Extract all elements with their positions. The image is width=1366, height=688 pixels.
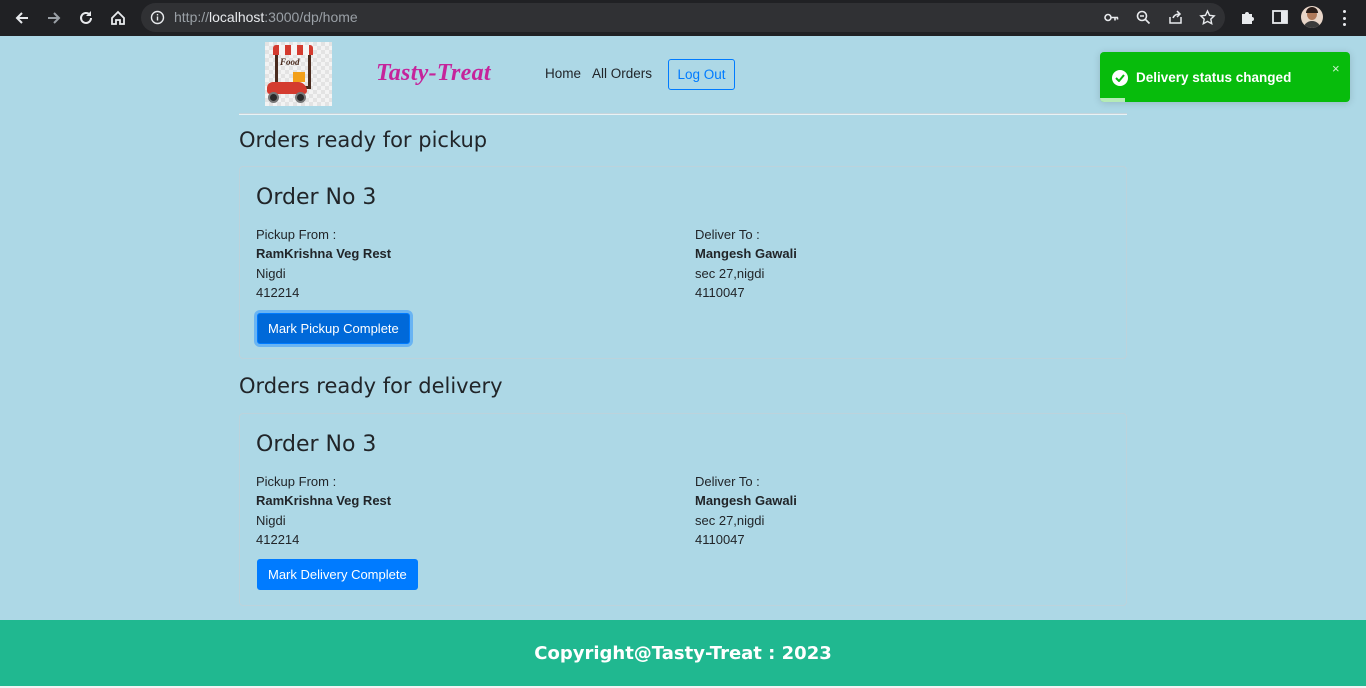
pickup-from-block: Pickup From : RamKrishna Veg Rest Nigdi …: [256, 225, 391, 302]
order-title: Order No 3: [256, 432, 377, 457]
deliver-to-block: Deliver To : Mangesh Gawali sec 27,nigdi…: [695, 472, 797, 549]
customer-zip: 4110047: [695, 531, 745, 547]
mark-pickup-complete-button[interactable]: Mark Pickup Complete: [257, 313, 410, 344]
footer: Copyright@Tasty-Treat : 2023: [0, 620, 1366, 686]
home-icon[interactable]: [102, 2, 134, 34]
reload-icon[interactable]: [70, 2, 102, 34]
restaurant-zip: 412214: [256, 531, 300, 547]
logout-button[interactable]: Log Out: [668, 59, 735, 90]
footer-copyright: Copyright@Tasty-Treat : 2023: [534, 642, 832, 664]
share-icon[interactable]: [1167, 9, 1184, 26]
info-icon[interactable]: [150, 10, 165, 25]
toast-notification[interactable]: Delivery status changed ×: [1100, 52, 1350, 102]
deliver-to-block: Deliver To : Mangesh Gawali sec 27,nigdi…: [695, 225, 797, 302]
customer-zip: 4110047: [695, 284, 745, 300]
customer-name: Mangesh Gawali: [695, 493, 797, 509]
navbar: Food Tasty-Treat Home All Orders Log Out: [239, 36, 1127, 114]
check-icon: [1112, 70, 1128, 86]
url-text: http://localhost:3000/dp/home: [174, 9, 358, 25]
restaurant-zip: 412214: [256, 284, 300, 300]
restaurant-city: Nigdi: [256, 512, 286, 528]
pickup-from-block: Pickup From : RamKrishna Veg Rest Nigdi …: [256, 472, 391, 549]
delivery-heading: Orders ready for delivery: [239, 374, 503, 398]
nav-link-home[interactable]: Home: [545, 66, 581, 81]
restaurant-city: Nigdi: [256, 265, 286, 281]
profile-avatar[interactable]: [1301, 6, 1323, 28]
restaurant-name: RamKrishna Veg Rest: [256, 493, 392, 509]
food-delivery-logo[interactable]: Food: [265, 42, 332, 106]
side-panel-icon[interactable]: [1271, 8, 1289, 26]
extensions-icon[interactable]: [1239, 8, 1257, 26]
pickup-order-card: Order No 3 Pickup From : RamKrishna Veg …: [239, 166, 1127, 359]
deliver-to-label: Deliver To :: [695, 227, 760, 242]
customer-name: Mangesh Gawali: [695, 246, 797, 262]
key-icon[interactable]: [1103, 9, 1120, 26]
toast-message: Delivery status changed: [1136, 70, 1292, 85]
customer-address: sec 27,nigdi: [695, 265, 765, 281]
zoom-icon[interactable]: [1135, 9, 1152, 26]
star-icon[interactable]: [1199, 9, 1216, 26]
delivery-order-card: Order No 3 Pickup From : RamKrishna Veg …: [239, 413, 1127, 606]
customer-address: sec 27,nigdi: [695, 512, 765, 528]
address-bar[interactable]: http://localhost:3000/dp/home: [141, 3, 1225, 32]
brand-name[interactable]: Tasty-Treat: [376, 60, 491, 87]
toast-progress-bar: [1100, 98, 1125, 102]
pickup-from-label: Pickup From :: [256, 227, 337, 242]
menu-icon[interactable]: [1336, 9, 1352, 27]
pickup-heading: Orders ready for pickup: [239, 128, 488, 152]
back-icon[interactable]: [6, 2, 38, 34]
deliver-to-label: Deliver To :: [695, 474, 760, 489]
browser-toolbar: http://localhost:3000/dp/home: [0, 0, 1366, 36]
main-container: Food Tasty-Treat Home All Orders Log Out: [239, 36, 1127, 114]
nav-link-all-orders[interactable]: All Orders: [592, 66, 652, 81]
close-icon[interactable]: ×: [1332, 61, 1340, 76]
order-title: Order No 3: [256, 185, 377, 210]
forward-icon[interactable]: [38, 2, 70, 34]
pickup-from-label: Pickup From :: [256, 474, 337, 489]
restaurant-name: RamKrishna Veg Rest: [256, 246, 392, 262]
mark-delivery-complete-button[interactable]: Mark Delivery Complete: [257, 559, 418, 590]
